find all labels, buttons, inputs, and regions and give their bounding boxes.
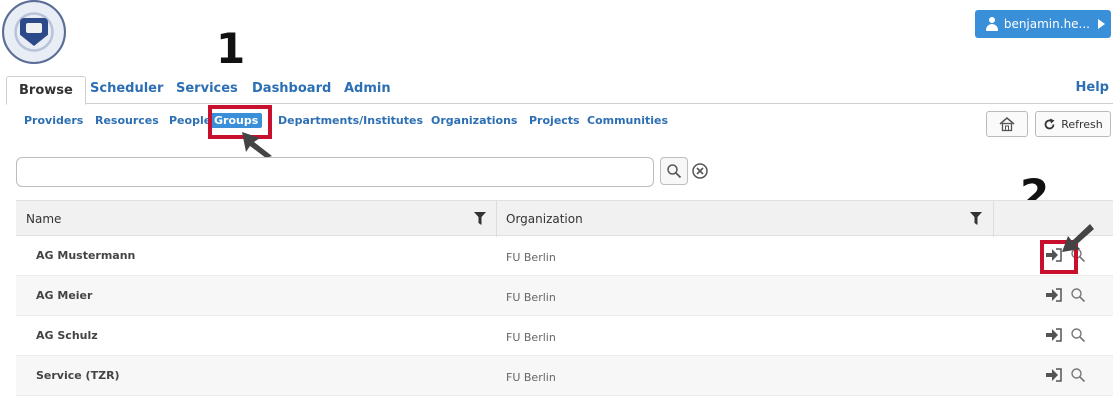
row-organization: FU Berlin <box>506 331 556 344</box>
enter-icon[interactable] <box>1046 368 1062 382</box>
tab-scheduler[interactable]: Scheduler <box>90 74 163 104</box>
user-name: benjamin.he... <box>1003 17 1090 31</box>
filter-icon[interactable] <box>970 212 982 225</box>
tab-admin[interactable]: Admin <box>344 74 391 104</box>
tab-services[interactable]: Services <box>176 74 238 104</box>
user-menu-button[interactable]: benjamin.he... <box>975 10 1111 38</box>
refresh-label: Refresh <box>1061 117 1103 131</box>
search-icon[interactable] <box>1070 287 1086 303</box>
pointer-arrow-icon <box>242 132 272 158</box>
table-header: Name Organization <box>16 200 1113 237</box>
tab-browse[interactable]: Browse <box>6 76 86 105</box>
row-name: Service (TZR) <box>36 369 120 382</box>
clear-search-button[interactable] <box>688 157 712 185</box>
subnav-people[interactable]: People <box>169 114 211 127</box>
subnav-resources[interactable]: Resources <box>95 114 159 127</box>
subnav-departments[interactable]: Departments/Institutes <box>278 114 423 127</box>
subnav-providers[interactable]: Providers <box>24 114 83 127</box>
annotation-step-1: 1 <box>216 24 246 73</box>
university-seal-logo <box>2 0 66 64</box>
filter-icon[interactable] <box>474 212 486 225</box>
row-name: AG Schulz <box>36 329 98 342</box>
row-name: AG Mustermann <box>36 249 136 262</box>
subnav-projects[interactable]: Projects <box>529 114 580 127</box>
search-icon[interactable] <box>1070 327 1086 343</box>
column-header-organization[interactable]: Organization <box>498 201 994 237</box>
enter-icon[interactable] <box>1046 328 1062 342</box>
caret-right-icon <box>1098 19 1105 29</box>
row-organization: FU Berlin <box>506 291 556 304</box>
clear-icon <box>692 163 708 179</box>
sub-navigation: Providers Resources People Groups Depart… <box>24 113 724 132</box>
table-row[interactable]: Service (TZR) FU Berlin <box>16 356 1113 396</box>
search-input[interactable] <box>16 157 654 187</box>
enter-icon[interactable] <box>1046 288 1062 302</box>
search-icon <box>667 164 682 179</box>
pointer-arrow-icon <box>1062 224 1094 252</box>
table-row[interactable]: AG Schulz FU Berlin <box>16 316 1113 356</box>
home-button[interactable] <box>986 111 1028 137</box>
table-row[interactable]: AG Mustermann FU Berlin <box>16 236 1113 276</box>
groups-table: Name Organization AG Mustermann FU Berli… <box>16 200 1113 396</box>
tab-dashboard[interactable]: Dashboard <box>252 74 331 104</box>
table-row[interactable]: AG Meier FU Berlin <box>16 276 1113 316</box>
search-icon[interactable] <box>1070 367 1086 383</box>
home-icon <box>999 117 1015 132</box>
refresh-button[interactable]: Refresh <box>1035 111 1111 137</box>
subnav-communities[interactable]: Communities <box>587 114 668 127</box>
row-organization: FU Berlin <box>506 371 556 384</box>
user-icon <box>985 17 998 31</box>
row-name: AG Meier <box>36 289 93 302</box>
refresh-icon <box>1044 118 1055 129</box>
search-button[interactable] <box>660 157 688 185</box>
main-tab-bar: Browse Scheduler Services Dashboard Admi… <box>6 74 1113 105</box>
subnav-organizations[interactable]: Organizations <box>431 114 517 127</box>
column-header-name[interactable]: Name <box>16 201 497 237</box>
help-link[interactable]: Help <box>1076 80 1109 95</box>
row-organization: FU Berlin <box>506 251 556 264</box>
